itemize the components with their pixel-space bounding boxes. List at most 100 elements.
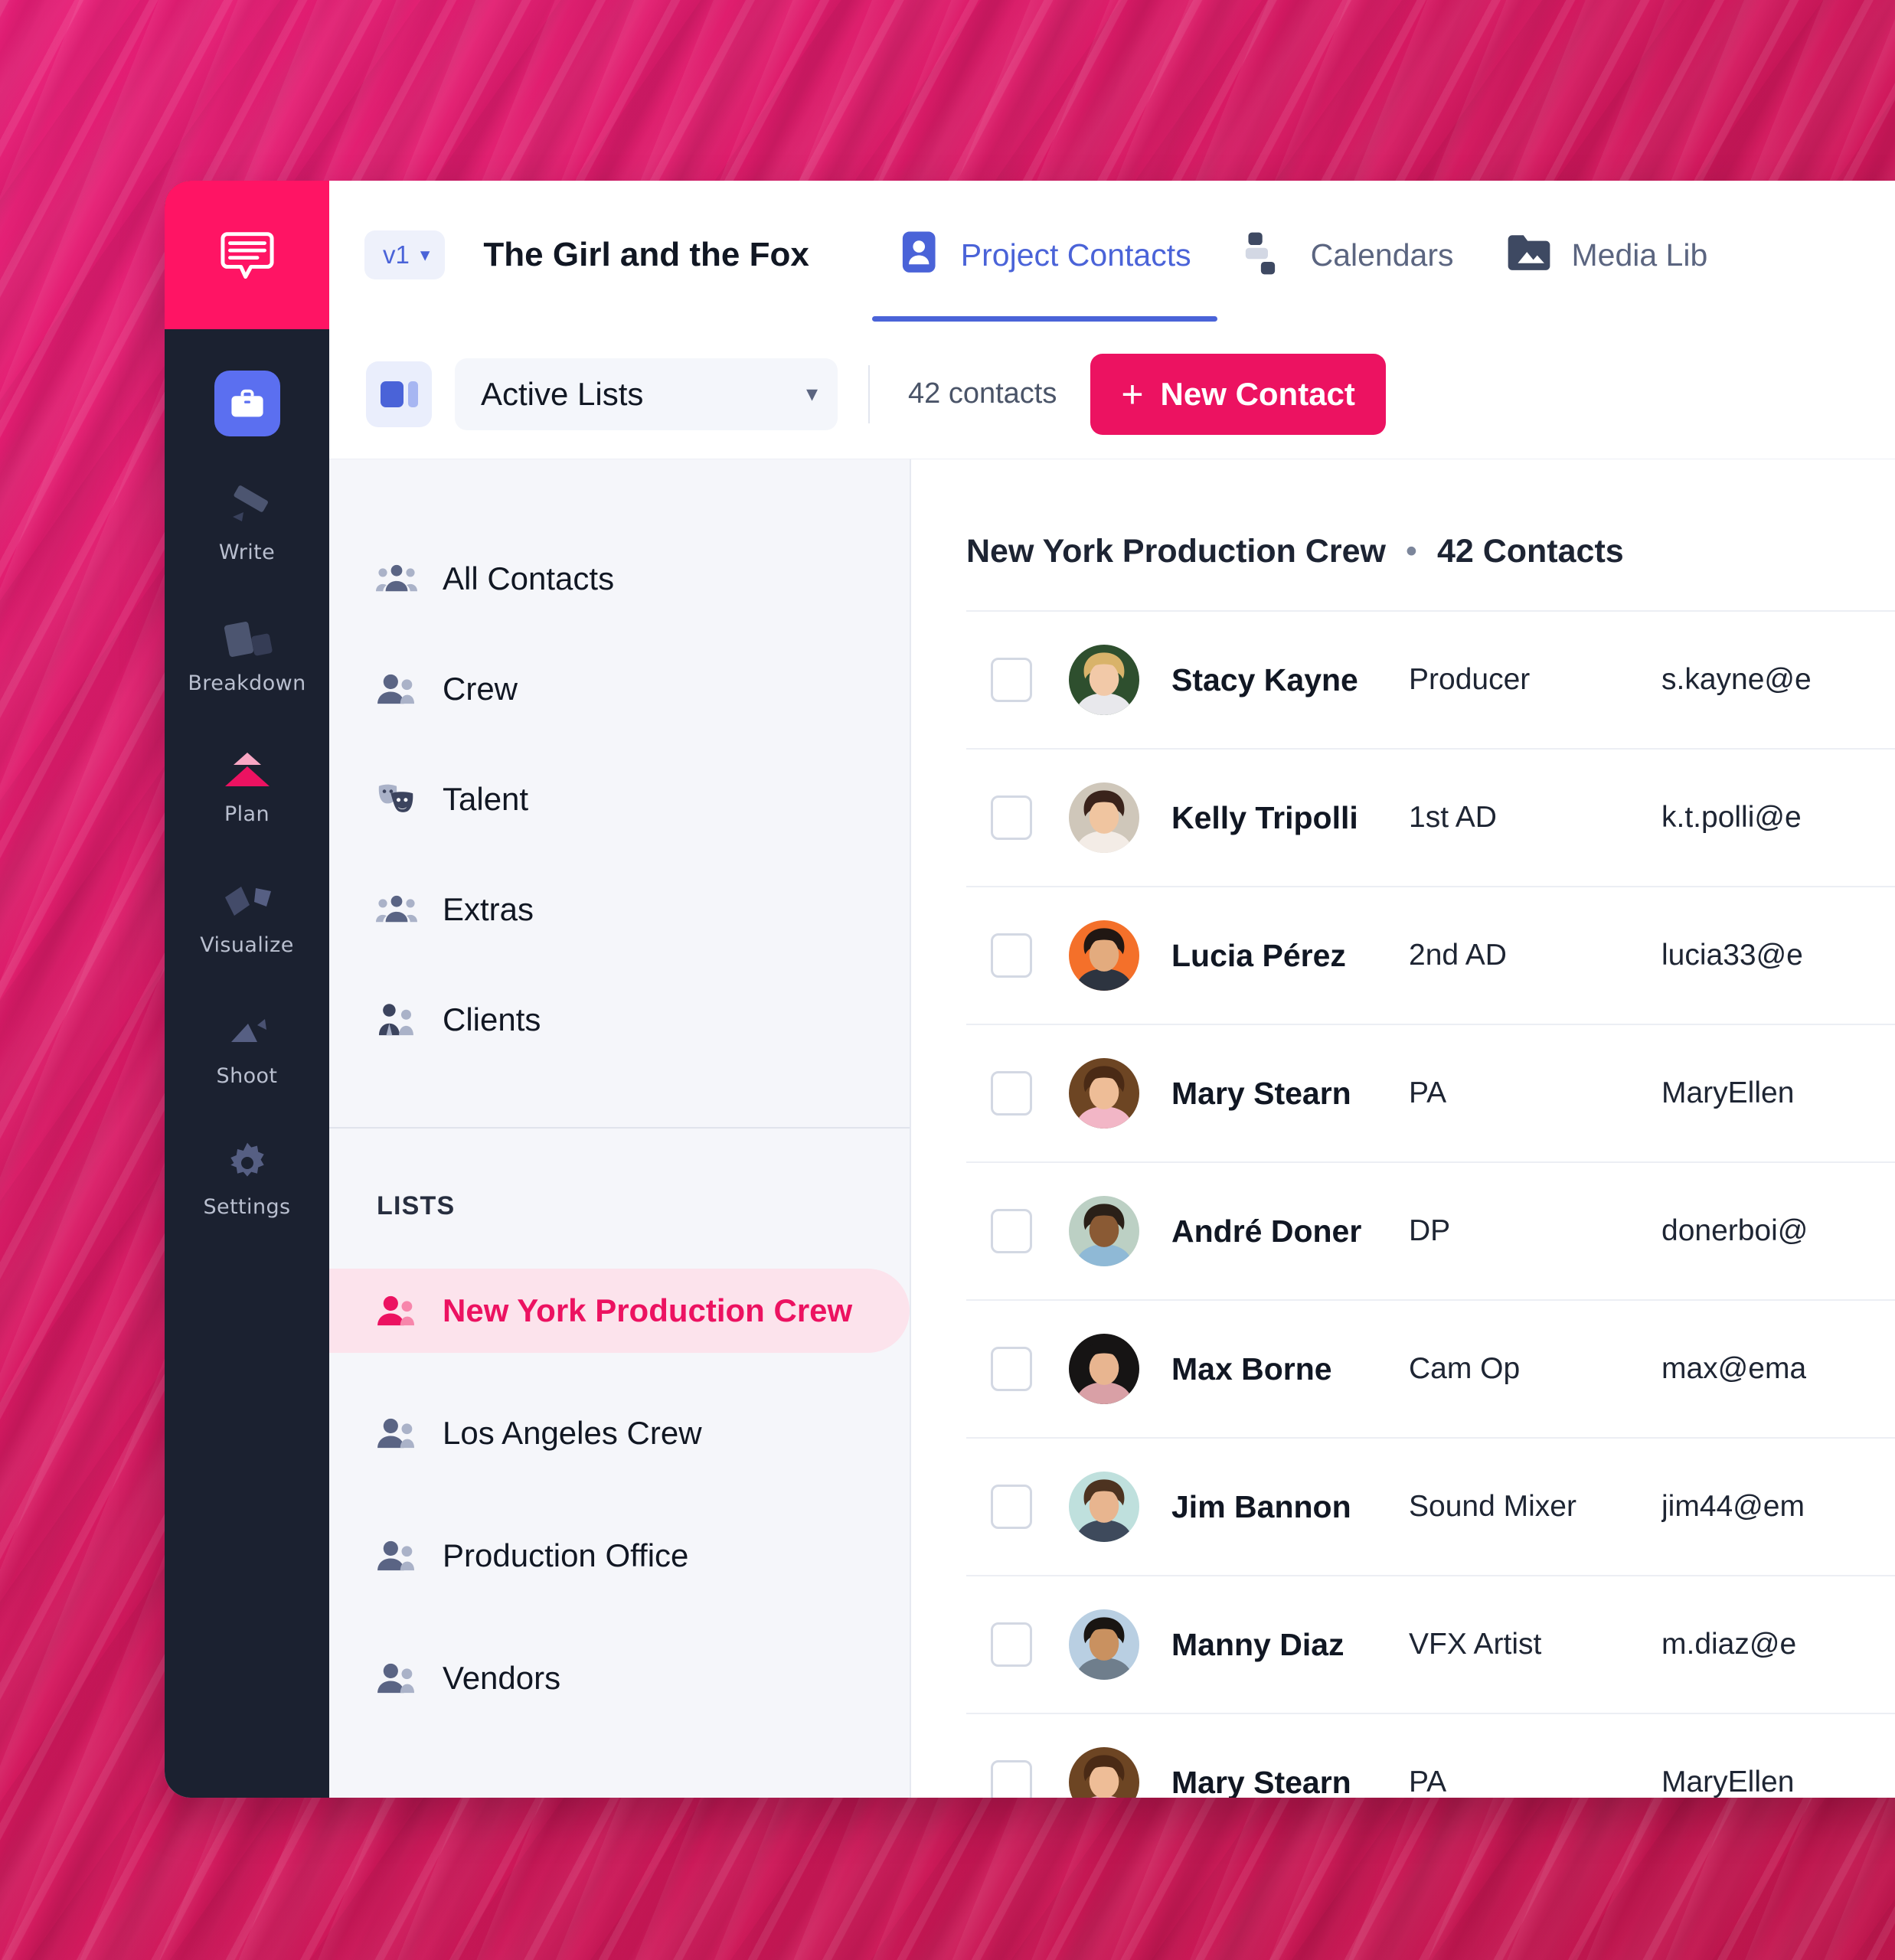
plus-icon: + xyxy=(1121,372,1144,416)
list-label-production-office: Production Office xyxy=(443,1537,689,1573)
contact-name: Kelly Tripolli xyxy=(1171,799,1358,835)
list-label-new-york-production-crew: New York Production Crew xyxy=(443,1292,853,1328)
media-folder-icon xyxy=(1505,230,1553,281)
tab-media-library[interactable]: Media Lib xyxy=(1479,181,1733,329)
triangles-icon xyxy=(217,746,277,795)
table-row[interactable]: Lucia Pérez 2nd AD lucia33@e xyxy=(966,886,1895,1024)
sidebar-item-visualize[interactable]: Visualize xyxy=(165,877,329,957)
row-checkbox[interactable] xyxy=(991,1622,1032,1667)
main-column: v1 ▾ The Girl and the Fox Project Contac… xyxy=(329,181,1895,1798)
gear-icon xyxy=(224,1138,271,1187)
table-row[interactable]: Mary Stearn PA MaryEllen xyxy=(966,1713,1895,1798)
list-filter-value: Active Lists xyxy=(481,375,644,412)
new-contact-label: New Contact xyxy=(1160,375,1355,412)
lists-section: LISTS New York Production Crew Los Angel… xyxy=(329,1129,910,1720)
contact-email: k.t.polli@e xyxy=(1661,801,1802,834)
contact-name: André Doner xyxy=(1171,1213,1362,1249)
contact-role: 2nd AD xyxy=(1409,939,1507,972)
calendar-blocks-icon xyxy=(1243,230,1292,281)
tab-label-calendars: Calendars xyxy=(1310,237,1454,273)
row-checkbox[interactable] xyxy=(991,1760,1032,1798)
contact-name: Stacy Kayne xyxy=(1171,662,1358,697)
row-checkbox[interactable] xyxy=(991,1485,1032,1529)
tab-calendars[interactable]: Calendars xyxy=(1217,181,1480,329)
contacts-heading-count: 42 Contacts xyxy=(1436,533,1624,570)
two-people-icon xyxy=(375,1534,418,1577)
new-contact-button[interactable]: + New Contact xyxy=(1090,353,1386,435)
table-row[interactable]: Stacy Kayne Producer s.kayne@e xyxy=(966,610,1895,748)
sidebar-item-write[interactable]: Write xyxy=(165,484,329,564)
version-selector[interactable]: v1 ▾ xyxy=(364,230,446,279)
sidebar-item-projects[interactable] xyxy=(214,371,280,436)
avatar xyxy=(1069,1472,1139,1542)
contact-name: Max Borne xyxy=(1171,1351,1332,1387)
body-split: All Contacts Crew Talent Extras Clients … xyxy=(329,459,1895,1798)
list-item-los-angeles-crew[interactable]: Los Angeles Crew xyxy=(329,1391,910,1475)
list-label-los-angeles-crew: Los Angeles Crew xyxy=(443,1415,702,1451)
group-icon xyxy=(375,557,418,600)
two-people-icon xyxy=(375,668,418,710)
row-checkbox[interactable] xyxy=(991,658,1032,702)
sidebar-item-plan[interactable]: Plan xyxy=(165,746,329,826)
table-row[interactable]: Jim Bannon Sound Mixer jim44@em xyxy=(966,1437,1895,1575)
contact-email: s.kayne@e xyxy=(1661,663,1812,696)
split-view-icon[interactable] xyxy=(366,361,432,427)
list-label-vendors: Vendors xyxy=(443,1660,561,1696)
tab-label-media-library: Media Lib xyxy=(1571,237,1708,273)
row-checkbox[interactable] xyxy=(991,1209,1032,1253)
two-people-icon xyxy=(375,1657,418,1700)
sidebar-label-talent: Talent xyxy=(443,781,529,817)
contact-email: lucia33@e xyxy=(1661,939,1803,972)
sidebar-item-settings[interactable]: Settings xyxy=(165,1138,329,1219)
list-item-production-office[interactable]: Production Office xyxy=(329,1514,910,1598)
sidebar-item-shoot[interactable]: Shoot xyxy=(165,1008,329,1088)
sidebar-label-extras: Extras xyxy=(443,891,534,927)
list-filter-select[interactable]: Active Lists ▾ xyxy=(455,358,838,430)
row-checkbox[interactable] xyxy=(991,1071,1032,1116)
sidebar-label-write: Write xyxy=(218,541,276,564)
sidebar-item-clients[interactable]: Clients xyxy=(329,986,910,1054)
contact-role: 1st AD xyxy=(1409,801,1497,834)
table-row[interactable]: Manny Diaz VFX Artist m.diaz@e xyxy=(966,1575,1895,1713)
sidebar-label-settings: Settings xyxy=(203,1195,291,1219)
contacts-heading-separator: • xyxy=(1405,533,1417,570)
row-checkbox[interactable] xyxy=(991,795,1032,840)
table-row[interactable]: Kelly Tripolli 1st AD k.t.polli@e xyxy=(966,748,1895,886)
contacts-heading-title: New York Production Crew xyxy=(966,533,1386,570)
tab-label-project-contacts: Project Contacts xyxy=(960,237,1191,273)
avatar xyxy=(1069,645,1139,715)
avatar xyxy=(1069,782,1139,853)
sidebar-label-crew: Crew xyxy=(443,671,518,707)
row-checkbox[interactable] xyxy=(991,933,1032,978)
theater-masks-icon xyxy=(375,778,418,821)
pen-icon xyxy=(221,484,274,533)
sidebar-label-plan: Plan xyxy=(224,802,270,826)
contact-role: PA xyxy=(1409,1076,1447,1109)
sidebar-item-breakdown[interactable]: Breakdown xyxy=(165,615,329,695)
business-people-icon xyxy=(375,998,418,1041)
sidebar-item-crew[interactable]: Crew xyxy=(329,655,910,723)
sidebar-item-talent[interactable]: Talent xyxy=(329,766,910,833)
sidebar-item-all-contacts[interactable]: All Contacts xyxy=(329,545,910,612)
table-row[interactable]: Mary Stearn PA MaryEllen xyxy=(966,1024,1895,1161)
contact-email: MaryEllen xyxy=(1661,1766,1795,1798)
sidebar-item-extras[interactable]: Extras xyxy=(329,876,910,943)
left-navigation-rail: Write Breakdown Plan Visualize Shoot Set… xyxy=(165,181,329,1798)
table-row[interactable]: Max Borne Cam Op max@ema xyxy=(966,1299,1895,1437)
contact-email: jim44@em xyxy=(1661,1490,1805,1523)
tab-project-contacts[interactable]: Project Contacts xyxy=(871,181,1217,329)
contact-name: Jim Bannon xyxy=(1171,1488,1351,1524)
sidebar-label-shoot: Shoot xyxy=(216,1064,278,1088)
contact-role: Producer xyxy=(1409,663,1531,696)
table-row[interactable]: André Doner DP donerboi@ xyxy=(966,1161,1895,1299)
contact-role: Sound Mixer xyxy=(1409,1490,1576,1523)
lists-panel: All Contacts Crew Talent Extras Clients … xyxy=(329,459,911,1798)
list-item-vendors[interactable]: Vendors xyxy=(329,1636,910,1720)
row-checkbox[interactable] xyxy=(991,1347,1032,1391)
list-item-new-york-production-crew[interactable]: New York Production Crew xyxy=(329,1269,910,1353)
contacts-count: 42 contacts xyxy=(908,377,1057,410)
contact-name: Lucia Pérez xyxy=(1171,937,1346,973)
toolbar: Active Lists ▾ 42 contacts + New Contact xyxy=(329,329,1895,459)
app-logo[interactable] xyxy=(165,181,329,329)
contact-email: donerboi@ xyxy=(1661,1214,1808,1247)
